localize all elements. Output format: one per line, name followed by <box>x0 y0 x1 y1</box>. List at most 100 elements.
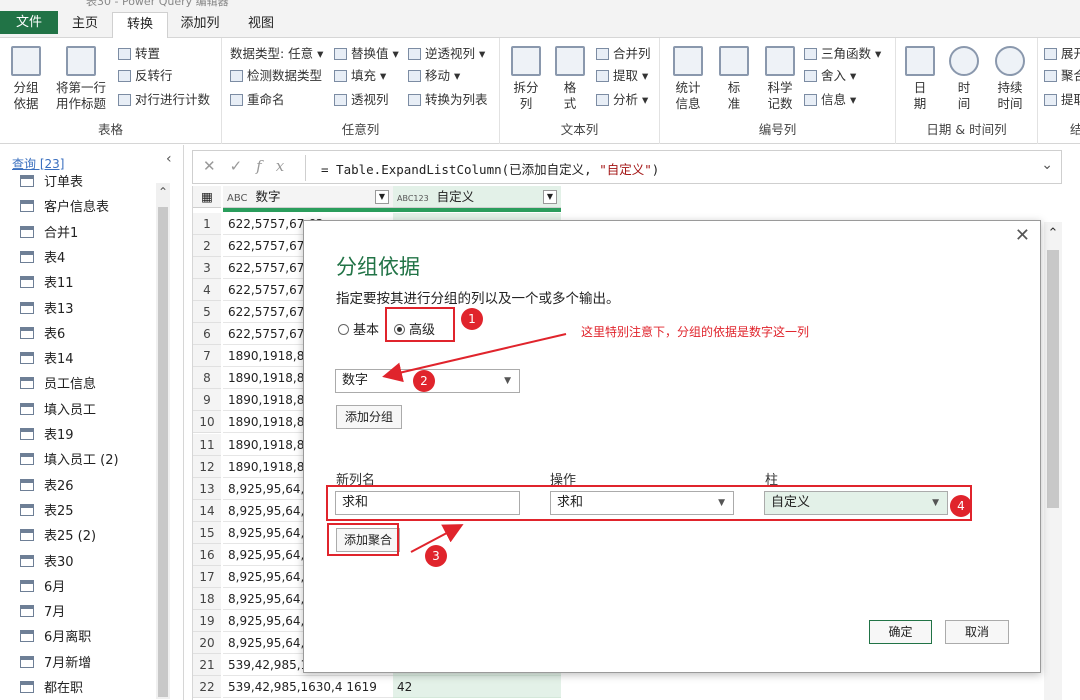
duration-button[interactable]: 持续 时间 <box>988 42 1032 112</box>
pivot-button[interactable]: 透视列 <box>334 90 389 110</box>
reverse-rows-button[interactable]: 反转行 <box>118 66 173 86</box>
tab-transform[interactable]: 转换 <box>112 12 168 39</box>
row-number[interactable]: 2 <box>193 235 221 258</box>
grid-vertical-scrollbar[interactable]: ⌃ <box>1044 222 1062 700</box>
date-button[interactable]: 日 期 <box>900 42 940 112</box>
queries-header[interactable]: 查询 [23] <box>12 155 64 172</box>
queries-scrollbar[interactable]: ⌃ <box>156 183 170 699</box>
query-list-item[interactable]: 合并1 <box>20 222 78 246</box>
query-list-item[interactable]: 填入员工 (2) <box>20 449 119 473</box>
move-button[interactable]: 移动 ▾ <box>408 66 460 86</box>
row-number[interactable]: 3 <box>193 257 221 280</box>
row-number[interactable]: 13 <box>193 477 221 500</box>
query-list-item[interactable]: 7月新增 <box>20 652 91 676</box>
query-list-item[interactable]: 客户信息表 <box>20 196 109 220</box>
query-list-item[interactable]: 表14 <box>20 348 74 372</box>
tab-add-column[interactable]: 添加列 <box>168 12 232 38</box>
cancel-formula-icon[interactable]: ✕ <box>203 157 230 175</box>
to-list-button[interactable]: 转换为列表 <box>408 90 488 110</box>
close-icon[interactable]: ✕ <box>1015 225 1030 246</box>
row-number[interactable]: 14 <box>193 499 221 522</box>
rename-button[interactable]: 重命名 <box>230 90 285 110</box>
row-number[interactable]: 16 <box>193 543 221 566</box>
row-number[interactable]: 11 <box>193 433 221 456</box>
query-list-item[interactable]: 表11 <box>20 272 74 296</box>
expand-formula-icon[interactable]: ⌄ <box>1041 157 1053 173</box>
row-number[interactable]: 21 <box>193 654 221 677</box>
scroll-up-icon[interactable]: ⌃ <box>156 183 170 201</box>
column-filter-icon[interactable]: ▼ <box>543 190 557 204</box>
fx-icon[interactable]: fx <box>256 157 298 175</box>
unpivot-button[interactable]: 逆透视列 ▾ <box>408 44 485 64</box>
confirm-formula-icon[interactable]: ✓ <box>230 157 257 175</box>
row-number[interactable]: 1 <box>193 213 221 236</box>
row-number[interactable]: 12 <box>193 455 221 478</box>
query-list-item[interactable]: 表25 <box>20 500 74 524</box>
formula-input[interactable]: = Table.ExpandListColumn(已添加自定义, "自定义") <box>321 159 659 178</box>
count-rows-button[interactable]: 对行进行计数 <box>118 90 210 110</box>
row-number[interactable]: 19 <box>193 609 221 632</box>
row-number[interactable]: 22 <box>193 676 221 699</box>
query-list-item[interactable]: 6月离职 <box>20 626 91 650</box>
scroll-up-icon[interactable]: ⌃ <box>1044 226 1062 241</box>
group-by-button[interactable]: 分组 依据 <box>6 42 46 112</box>
aggregate-button[interactable]: 聚合 <box>1044 66 1080 86</box>
statistics-button[interactable]: 统计 信息 <box>666 42 710 112</box>
extract-values-button[interactable]: 提取 <box>1044 90 1080 110</box>
tab-file[interactable]: 文件 <box>0 11 58 34</box>
query-list-item[interactable]: 都在职 <box>20 677 83 700</box>
row-number[interactable]: 20 <box>193 631 221 654</box>
transpose-button[interactable]: 转置 <box>118 44 160 64</box>
extract-button[interactable]: 提取 ▾ <box>596 66 648 86</box>
query-list-item[interactable]: 表13 <box>20 298 74 322</box>
cancel-button[interactable]: 取消 <box>945 620 1009 644</box>
tab-view[interactable]: 视图 <box>232 12 290 38</box>
information-button[interactable]: 信息 ▾ <box>804 90 856 110</box>
row-number[interactable]: 4 <box>193 279 221 302</box>
table-menu-icon[interactable]: ▦ <box>193 186 221 208</box>
rounding-button[interactable]: 舍入 ▾ <box>804 66 856 86</box>
data-type-dropdown[interactable]: 数据类型: 任意 ▾ <box>230 44 323 64</box>
scrollbar-thumb[interactable] <box>1047 250 1059 508</box>
row-number[interactable]: 10 <box>193 411 221 434</box>
row-number[interactable]: 17 <box>193 565 221 588</box>
query-list-item[interactable]: 表6 <box>20 323 65 347</box>
query-list-item[interactable]: 表19 <box>20 424 74 448</box>
query-list-item[interactable]: 表26 <box>20 475 74 499</box>
expand-button[interactable]: 展开 <box>1044 44 1080 64</box>
query-list-item[interactable]: 6月 <box>20 576 65 600</box>
standard-button[interactable]: 标 准 <box>714 42 754 112</box>
column-filter-icon[interactable]: ▼ <box>375 190 389 204</box>
add-grouping-button[interactable]: 添加分组 <box>336 405 402 429</box>
format-button[interactable]: 格 式 <box>550 42 590 112</box>
trig-button[interactable]: 三角函数 ▾ <box>804 44 881 64</box>
table-cell-number[interactable]: 539,42,985,1630,4 1619 <box>223 676 393 699</box>
parse-button[interactable]: 分析 ▾ <box>596 90 648 110</box>
tab-home[interactable]: 主页 <box>58 12 112 38</box>
scientific-button[interactable]: 科学 记数 <box>758 42 802 112</box>
row-number[interactable]: 6 <box>193 323 221 346</box>
column-header-number[interactable]: ABC 数字 ▼ <box>223 186 393 208</box>
detect-type-button[interactable]: 检测数据类型 <box>230 66 322 86</box>
query-list-item[interactable]: 填入员工 <box>20 399 96 423</box>
ok-button[interactable]: 确定 <box>869 620 932 644</box>
fill-button[interactable]: 填充 ▾ <box>334 66 386 86</box>
query-list-item[interactable]: 员工信息 <box>20 373 96 397</box>
row-number[interactable]: 9 <box>193 389 221 412</box>
query-list-item[interactable]: 7月 <box>20 601 65 625</box>
replace-values-button[interactable]: 替换值 ▾ <box>334 44 399 64</box>
time-button[interactable]: 时 间 <box>944 42 984 112</box>
scrollbar-thumb[interactable] <box>158 207 168 697</box>
radio-basic[interactable]: 基本 <box>338 319 379 338</box>
split-column-button[interactable]: 拆分 列 <box>506 42 546 112</box>
query-list-item[interactable]: 订单表 <box>20 171 83 195</box>
merge-columns-button[interactable]: 合并列 <box>596 44 651 64</box>
row-number[interactable]: 8 <box>193 367 221 390</box>
query-list-item[interactable]: 表30 <box>20 551 74 575</box>
row-number[interactable]: 18 <box>193 587 221 610</box>
query-list-item[interactable]: 表25 (2) <box>20 525 96 549</box>
row-number[interactable]: 5 <box>193 301 221 324</box>
use-first-row-button[interactable]: 将第一行 用作标题 <box>50 42 112 112</box>
table-cell-custom[interactable]: 42 <box>393 676 561 699</box>
query-list-item[interactable]: 表4 <box>20 247 65 271</box>
